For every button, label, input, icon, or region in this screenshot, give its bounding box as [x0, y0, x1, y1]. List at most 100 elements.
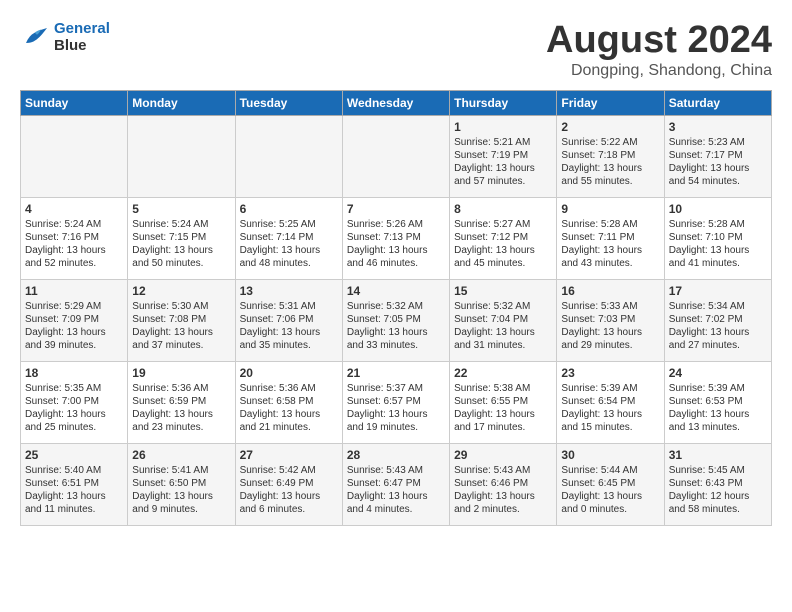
logo-text: General Blue: [54, 20, 110, 54]
day-content: Sunset: 7:17 PM: [669, 149, 767, 162]
day-header-wednesday: Wednesday: [342, 90, 449, 115]
main-title: August 2024: [546, 20, 772, 62]
day-content: Sunset: 6:55 PM: [454, 395, 552, 408]
day-content: Sunset: 7:19 PM: [454, 149, 552, 162]
day-content: Sunrise: 5:28 AM: [669, 218, 767, 231]
day-content: Sunset: 7:15 PM: [132, 231, 230, 244]
day-number: 2: [561, 120, 659, 134]
day-content: Sunset: 6:45 PM: [561, 477, 659, 490]
day-content: and 17 minutes.: [454, 421, 552, 434]
day-content: Daylight: 13 hours: [347, 408, 445, 421]
day-content: and 43 minutes.: [561, 257, 659, 270]
calendar-cell: 2Sunrise: 5:22 AMSunset: 7:18 PMDaylight…: [557, 115, 664, 197]
day-number: 26: [132, 448, 230, 462]
day-number: 13: [240, 284, 338, 298]
day-content: Daylight: 13 hours: [25, 326, 123, 339]
day-content: Sunrise: 5:23 AM: [669, 136, 767, 149]
day-content: and 33 minutes.: [347, 339, 445, 352]
day-header-sunday: Sunday: [21, 90, 128, 115]
week-row-3: 11Sunrise: 5:29 AMSunset: 7:09 PMDayligh…: [21, 279, 772, 361]
day-content: and 37 minutes.: [132, 339, 230, 352]
day-content: and 31 minutes.: [454, 339, 552, 352]
day-content: and 0 minutes.: [561, 503, 659, 516]
day-content: Sunrise: 5:43 AM: [454, 464, 552, 477]
day-content: Sunrise: 5:40 AM: [25, 464, 123, 477]
day-content: Sunrise: 5:24 AM: [25, 218, 123, 231]
day-number: 3: [669, 120, 767, 134]
calendar-cell: 7Sunrise: 5:26 AMSunset: 7:13 PMDaylight…: [342, 197, 449, 279]
day-content: Daylight: 13 hours: [561, 408, 659, 421]
calendar-cell: [342, 115, 449, 197]
day-content: Sunrise: 5:36 AM: [132, 382, 230, 395]
day-content: Sunset: 6:47 PM: [347, 477, 445, 490]
day-number: 12: [132, 284, 230, 298]
day-content: Sunset: 6:57 PM: [347, 395, 445, 408]
calendar-cell: 9Sunrise: 5:28 AMSunset: 7:11 PMDaylight…: [557, 197, 664, 279]
day-content: Sunrise: 5:33 AM: [561, 300, 659, 313]
day-content: Sunrise: 5:37 AM: [347, 382, 445, 395]
day-content: Sunrise: 5:32 AM: [454, 300, 552, 313]
day-number: 1: [454, 120, 552, 134]
day-content: Daylight: 13 hours: [669, 162, 767, 175]
calendar-cell: 8Sunrise: 5:27 AMSunset: 7:12 PMDaylight…: [450, 197, 557, 279]
calendar-cell: [235, 115, 342, 197]
day-content: Sunrise: 5:45 AM: [669, 464, 767, 477]
day-number: 7: [347, 202, 445, 216]
day-content: and 39 minutes.: [25, 339, 123, 352]
calendar-cell: 16Sunrise: 5:33 AMSunset: 7:03 PMDayligh…: [557, 279, 664, 361]
day-header-friday: Friday: [557, 90, 664, 115]
day-content: and 55 minutes.: [561, 175, 659, 188]
day-content: Sunset: 6:43 PM: [669, 477, 767, 490]
day-content: Sunset: 6:49 PM: [240, 477, 338, 490]
calendar-cell: 4Sunrise: 5:24 AMSunset: 7:16 PMDaylight…: [21, 197, 128, 279]
calendar-cell: 28Sunrise: 5:43 AMSunset: 6:47 PMDayligh…: [342, 443, 449, 525]
day-content: Daylight: 13 hours: [132, 244, 230, 257]
day-content: Daylight: 13 hours: [347, 326, 445, 339]
day-content: and 27 minutes.: [669, 339, 767, 352]
day-content: Sunset: 7:03 PM: [561, 313, 659, 326]
day-content: and 45 minutes.: [454, 257, 552, 270]
day-content: Daylight: 13 hours: [240, 490, 338, 503]
day-content: Sunrise: 5:43 AM: [347, 464, 445, 477]
day-content: and 15 minutes.: [561, 421, 659, 434]
day-number: 23: [561, 366, 659, 380]
day-content: Daylight: 13 hours: [25, 244, 123, 257]
day-content: and 50 minutes.: [132, 257, 230, 270]
calendar-cell: 18Sunrise: 5:35 AMSunset: 7:00 PMDayligh…: [21, 361, 128, 443]
logo: General Blue: [20, 20, 110, 54]
day-number: 30: [561, 448, 659, 462]
calendar-cell: 19Sunrise: 5:36 AMSunset: 6:59 PMDayligh…: [128, 361, 235, 443]
day-content: and 41 minutes.: [669, 257, 767, 270]
calendar-cell: 12Sunrise: 5:30 AMSunset: 7:08 PMDayligh…: [128, 279, 235, 361]
day-content: Sunrise: 5:38 AM: [454, 382, 552, 395]
calendar-cell: 5Sunrise: 5:24 AMSunset: 7:15 PMDaylight…: [128, 197, 235, 279]
day-content: Sunrise: 5:26 AM: [347, 218, 445, 231]
day-content: and 29 minutes.: [561, 339, 659, 352]
day-content: Daylight: 13 hours: [669, 408, 767, 421]
calendar-table: SundayMondayTuesdayWednesdayThursdayFrid…: [20, 90, 772, 526]
calendar-cell: 11Sunrise: 5:29 AMSunset: 7:09 PMDayligh…: [21, 279, 128, 361]
day-content: and 57 minutes.: [454, 175, 552, 188]
day-content: Sunrise: 5:21 AM: [454, 136, 552, 149]
day-content: Sunset: 7:02 PM: [669, 313, 767, 326]
day-content: Sunrise: 5:44 AM: [561, 464, 659, 477]
day-content: Daylight: 13 hours: [454, 326, 552, 339]
day-content: Daylight: 13 hours: [561, 244, 659, 257]
day-content: Sunset: 7:08 PM: [132, 313, 230, 326]
day-content: Daylight: 13 hours: [454, 162, 552, 175]
day-content: Daylight: 13 hours: [132, 408, 230, 421]
calendar-cell: 31Sunrise: 5:45 AMSunset: 6:43 PMDayligh…: [664, 443, 771, 525]
day-header-monday: Monday: [128, 90, 235, 115]
calendar-cell: 25Sunrise: 5:40 AMSunset: 6:51 PMDayligh…: [21, 443, 128, 525]
calendar-cell: 23Sunrise: 5:39 AMSunset: 6:54 PMDayligh…: [557, 361, 664, 443]
day-content: and 25 minutes.: [25, 421, 123, 434]
calendar-header-row: SundayMondayTuesdayWednesdayThursdayFrid…: [21, 90, 772, 115]
day-number: 31: [669, 448, 767, 462]
day-header-thursday: Thursday: [450, 90, 557, 115]
day-number: 19: [132, 366, 230, 380]
day-content: Sunset: 7:13 PM: [347, 231, 445, 244]
day-content: Sunrise: 5:24 AM: [132, 218, 230, 231]
day-content: Sunset: 6:51 PM: [25, 477, 123, 490]
day-content: Sunset: 6:54 PM: [561, 395, 659, 408]
day-content: Daylight: 13 hours: [454, 490, 552, 503]
